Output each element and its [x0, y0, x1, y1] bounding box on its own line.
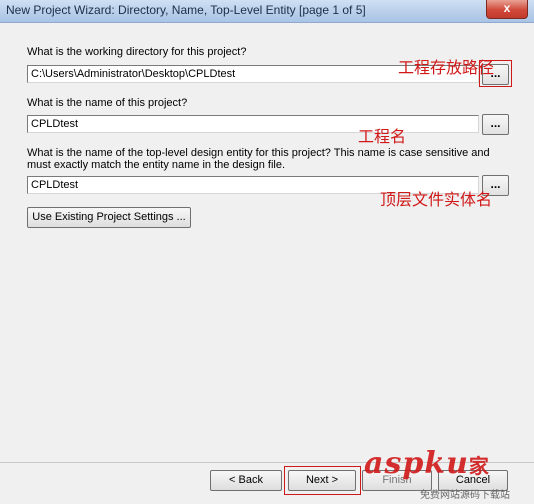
directory-label: What is the working directory for this p… — [27, 46, 247, 58]
use-existing-settings-button[interactable]: Use Existing Project Settings ... — [27, 207, 191, 228]
window-title: New Project Wizard: Directory, Name, Top… — [6, 3, 366, 17]
annotation-box-next — [284, 466, 361, 495]
close-button[interactable]: x — [486, 0, 528, 19]
watermark-logo: aspku家 — [364, 446, 490, 481]
project-name-label: What is the name of this project? — [27, 97, 188, 109]
close-icon: x — [503, 1, 511, 15]
watermark-logo-text: aspku — [364, 446, 469, 481]
entity-label: What is the name of the top-level design… — [27, 147, 490, 171]
back-button[interactable]: < Back — [210, 470, 282, 491]
title-bar: New Project Wizard: Directory, Name, Top… — [0, 0, 534, 23]
annotation-project-name: 工程名 — [358, 127, 407, 146]
project-name-browse-button[interactable]: ... — [482, 114, 509, 135]
annotation-path: 工程存放路径 — [398, 58, 495, 77]
watermark-subtitle: 免费网站源码下载站 — [420, 490, 510, 501]
project-name-input[interactable]: CPLDtest — [27, 115, 479, 133]
annotation-entity: 顶层文件实体名 — [380, 190, 493, 209]
watermark-logo-suffix: 家 — [468, 454, 490, 478]
